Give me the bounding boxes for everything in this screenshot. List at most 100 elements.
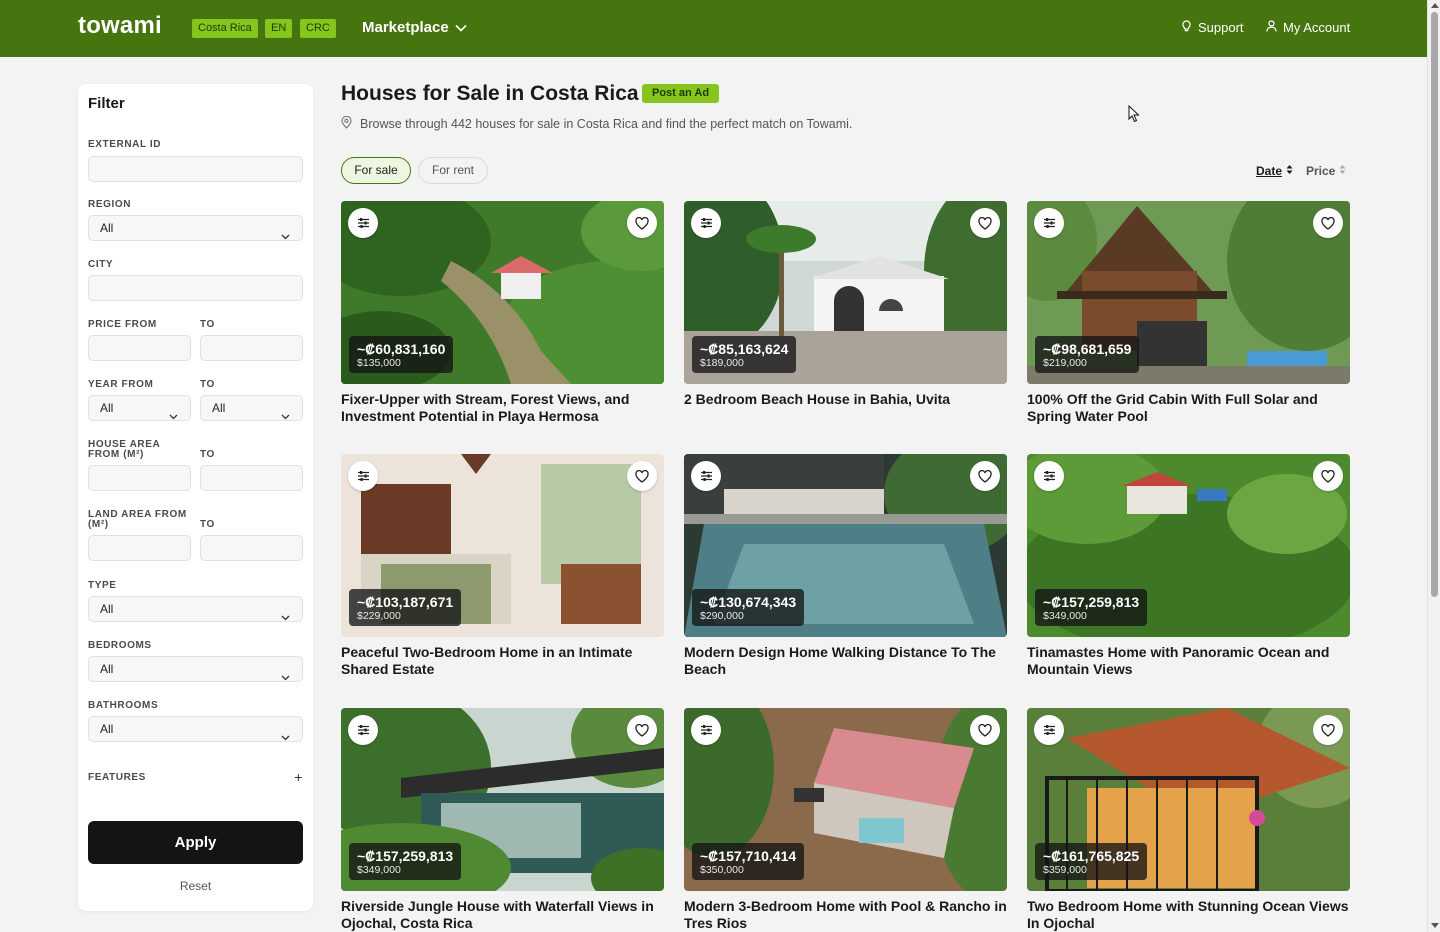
- land-area-to-input[interactable]: [200, 535, 303, 561]
- type-select[interactable]: All: [88, 596, 303, 622]
- listing-photo[interactable]: ~₡157,259,813 $349,000: [341, 708, 664, 891]
- support-link[interactable]: Support: [1181, 20, 1244, 35]
- type-value: All: [100, 602, 114, 616]
- heart-icon[interactable]: [627, 208, 657, 238]
- sliders-icon[interactable]: [691, 715, 721, 745]
- house-area-to-label: TO: [200, 449, 215, 460]
- external-id-label: EXTERNAL ID: [88, 139, 162, 150]
- sliders-icon[interactable]: [348, 461, 378, 491]
- heart-icon[interactable]: [970, 461, 1000, 491]
- currency-selector[interactable]: CRC: [300, 19, 336, 38]
- bathrooms-select[interactable]: All: [88, 716, 303, 742]
- listing-title[interactable]: Riverside Jungle House with Waterfall Vi…: [341, 898, 664, 932]
- chevron-down-icon: [455, 19, 467, 36]
- price-usd: $349,000: [1043, 610, 1087, 622]
- listing-photo[interactable]: ~₡103,187,671 $229,000: [341, 454, 664, 637]
- listing-card[interactable]: ~₡60,831,160 $135,000 Fixer-Upper with S…: [341, 201, 664, 425]
- scroll-up-arrow-icon[interactable]: [1431, 3, 1439, 8]
- listing-card[interactable]: ~₡157,259,813 $349,000 Riverside Jungle …: [341, 708, 664, 932]
- country-selector[interactable]: Costa Rica: [192, 19, 258, 38]
- land-area-from-input[interactable]: [88, 535, 191, 561]
- page-scrollbar[interactable]: [1427, 0, 1440, 932]
- price-to-input[interactable]: [200, 335, 303, 361]
- sliders-icon[interactable]: [1034, 461, 1064, 491]
- features-toggle[interactable]: FEATURES +: [88, 769, 303, 785]
- listing-title[interactable]: Fixer-Upper with Stream, Forest Views, a…: [341, 391, 664, 425]
- listing-title[interactable]: Modern 3-Bedroom Home with Pool & Rancho…: [684, 898, 1007, 932]
- listing-title[interactable]: 100% Off the Grid Cabin With Full Solar …: [1027, 391, 1350, 425]
- listing-card[interactable]: ~₡98,681,659 $219,000 100% Off the Grid …: [1027, 201, 1350, 425]
- region-select[interactable]: All: [88, 215, 303, 241]
- price-tag: ~₡157,259,813 $349,000: [1035, 589, 1148, 626]
- tab-for-rent[interactable]: For rent: [418, 157, 488, 184]
- price-usd: $135,000: [357, 357, 401, 369]
- heart-icon[interactable]: [1313, 461, 1343, 491]
- listing-title[interactable]: 2 Bedroom Beach House in Bahia, Uvita: [684, 391, 1007, 408]
- tab-for-sale[interactable]: For sale: [341, 157, 411, 184]
- listing-title[interactable]: Tinamastes Home with Panoramic Ocean and…: [1027, 644, 1350, 678]
- reset-button[interactable]: Reset: [88, 879, 303, 893]
- external-id-input[interactable]: [88, 156, 303, 182]
- heart-icon[interactable]: [970, 715, 1000, 745]
- my-account-link[interactable]: My Account: [1266, 20, 1350, 35]
- towami-logo[interactable]: towami: [78, 12, 162, 40]
- listing-card[interactable]: ~₡130,674,343 $290,000 Modern Design Hom…: [684, 454, 1007, 678]
- plus-icon: +: [294, 769, 303, 785]
- year-from-select[interactable]: All: [88, 395, 191, 421]
- listing-card[interactable]: ~₡157,259,813 $349,000 Tinamastes Home w…: [1027, 454, 1350, 678]
- listing-photo[interactable]: ~₡157,259,813 $349,000: [1027, 454, 1350, 637]
- sliders-icon[interactable]: [348, 715, 378, 745]
- features-label: FEATURES: [88, 772, 146, 783]
- location-pin-icon: [341, 115, 352, 132]
- listing-photo[interactable]: ~₡60,831,160 $135,000: [341, 201, 664, 384]
- house-area-to-input[interactable]: [200, 465, 303, 491]
- sort-price-label: Price: [1306, 164, 1336, 178]
- subtitle-text: Browse through 442 houses for sale in Co…: [360, 117, 853, 131]
- sliders-icon[interactable]: [1034, 715, 1064, 745]
- scrollbar-thumb[interactable]: [1431, 12, 1438, 597]
- language-selector[interactable]: EN: [265, 19, 293, 38]
- sliders-icon[interactable]: [1034, 208, 1064, 238]
- heart-icon[interactable]: [1313, 208, 1343, 238]
- heart-icon[interactable]: [970, 208, 1000, 238]
- price-from-input[interactable]: [88, 335, 191, 361]
- year-to-select[interactable]: All: [200, 395, 303, 421]
- heart-icon[interactable]: [1313, 715, 1343, 745]
- chevron-down-icon: [281, 605, 290, 629]
- city-input[interactable]: [88, 275, 303, 301]
- heart-icon[interactable]: [627, 461, 657, 491]
- listing-card[interactable]: ~₡85,163,624 $189,000 2 Bedroom Beach Ho…: [684, 201, 1007, 408]
- house-area-from-input[interactable]: [88, 465, 191, 491]
- land-area-from-label: LAND AREA FROM (M²): [88, 509, 187, 530]
- listing-card[interactable]: ~₡157,710,414 $350,000 Modern 3-Bedroom …: [684, 708, 1007, 932]
- listing-card[interactable]: ~₡161,765,825 $359,000 Two Bedroom Home …: [1027, 708, 1350, 932]
- listing-photo[interactable]: ~₡161,765,825 $359,000: [1027, 708, 1350, 891]
- scroll-down-arrow-icon[interactable]: [1431, 923, 1439, 928]
- listing-photo[interactable]: ~₡130,674,343 $290,000: [684, 454, 1007, 637]
- year-from-value: All: [100, 401, 114, 415]
- price-crc: ~₡103,187,671: [357, 594, 454, 610]
- filter-panel: Filter EXTERNAL ID REGION All CITY PRICE…: [78, 84, 313, 911]
- price-tag: ~₡157,710,414 $350,000: [692, 843, 805, 880]
- listing-card[interactable]: ~₡103,187,671 $229,000 Peaceful Two-Bedr…: [341, 454, 664, 678]
- sliders-icon[interactable]: [348, 208, 378, 238]
- sliders-icon[interactable]: [691, 208, 721, 238]
- heart-icon[interactable]: [627, 715, 657, 745]
- listing-title[interactable]: Peaceful Two-Bedroom Home in an Intimate…: [341, 644, 664, 678]
- sort-by-price[interactable]: Price: [1306, 164, 1346, 178]
- apply-button[interactable]: Apply: [88, 821, 303, 864]
- sort-by-date[interactable]: Date: [1256, 164, 1293, 178]
- listing-photo[interactable]: ~₡157,710,414 $350,000: [684, 708, 1007, 891]
- listing-photo[interactable]: ~₡98,681,659 $219,000: [1027, 201, 1350, 384]
- price-tag: ~₡103,187,671 $229,000: [349, 589, 462, 626]
- price-crc: ~₡98,681,659: [1043, 341, 1132, 357]
- listing-title[interactable]: Two Bedroom Home with Stunning Ocean Vie…: [1027, 898, 1350, 932]
- support-label: Support: [1198, 20, 1244, 35]
- post-ad-button[interactable]: Post an Ad: [642, 84, 720, 103]
- sliders-icon[interactable]: [691, 461, 721, 491]
- listing-title[interactable]: Modern Design Home Walking Distance To T…: [684, 644, 1007, 678]
- bedrooms-select[interactable]: All: [88, 656, 303, 682]
- marketplace-menu[interactable]: Marketplace: [362, 19, 467, 36]
- listing-photo[interactable]: ~₡85,163,624 $189,000: [684, 201, 1007, 384]
- filter-title: Filter: [88, 95, 125, 112]
